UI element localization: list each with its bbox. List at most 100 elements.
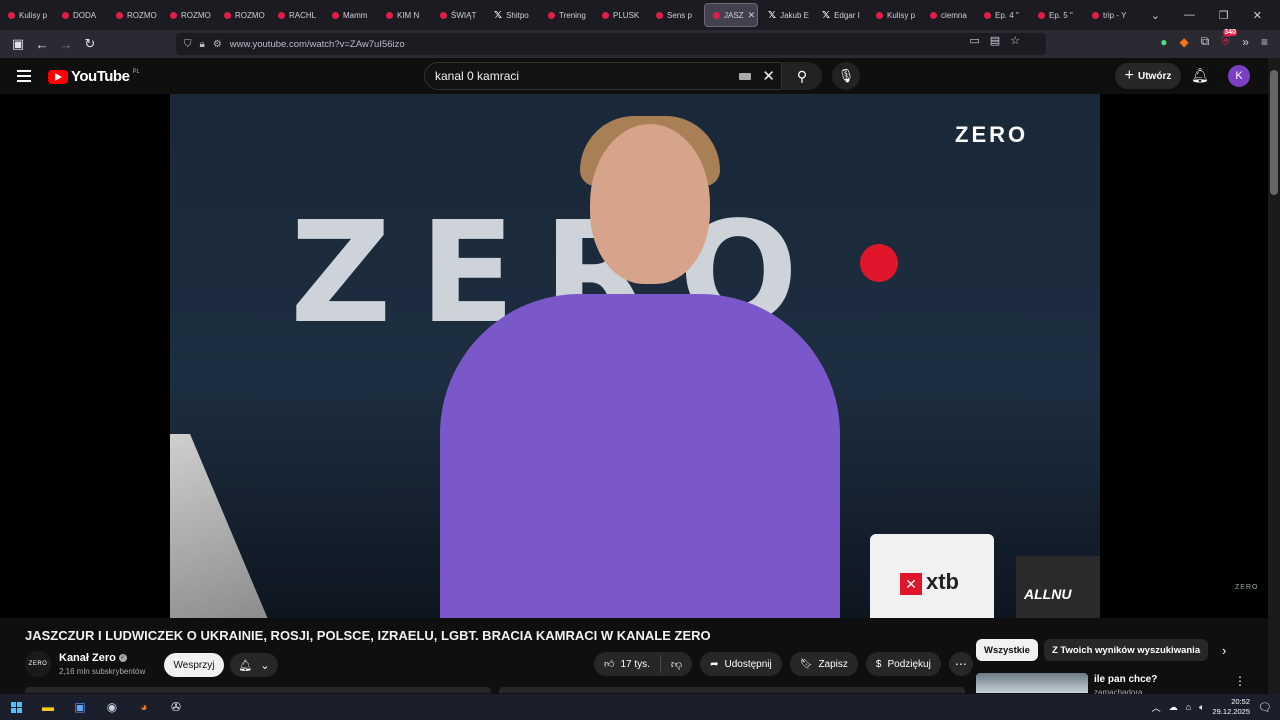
search-value[interactable]: kanal 0 kamraci: [435, 69, 519, 83]
network-icon[interactable]: ⌂: [1186, 702, 1191, 712]
start-button[interactable]: [0, 694, 32, 720]
more-actions-icon[interactable]: ⋯: [948, 652, 973, 676]
vpn-shield-icon[interactable]: ●: [1160, 35, 1167, 49]
browser-tab[interactable]: Ep. 4 ": [976, 0, 1030, 30]
search-input[interactable]: kanal 0 kamraci ✕: [424, 62, 782, 90]
below-video-panels: [25, 687, 965, 693]
steam-icon[interactable]: ◉: [96, 694, 128, 720]
reload-icon[interactable]: ↻: [78, 32, 102, 56]
keyboard-icon[interactable]: [739, 73, 751, 80]
computer-icon[interactable]: ▣: [64, 694, 96, 720]
overflow-chevron-icon[interactable]: »: [1242, 35, 1249, 49]
browser-tab[interactable]: ciemna: [922, 0, 976, 30]
search-button[interactable]: ⚲: [782, 62, 822, 90]
youtube-header: YouTube PL kanal 0 kamraci ✕ ⚲ 🎙︎ + Utwó…: [0, 58, 1268, 94]
browser-tab[interactable]: DODA: [54, 0, 108, 30]
thanks-button[interactable]: $ Podziękuj: [865, 652, 941, 676]
page-scrollbar[interactable]: [1268, 58, 1280, 694]
file-explorer-icon[interactable]: ▬: [32, 694, 64, 720]
minimize-icon[interactable]: —: [1184, 9, 1195, 22]
pip-icon[interactable]: ▭: [969, 34, 979, 47]
url-text[interactable]: www.youtube.com/watch?v=ZAw7uI56izo: [230, 39, 405, 50]
dislike-button[interactable]: 👎︎: [661, 658, 692, 671]
chips-next-chevron-icon[interactable]: ›: [1222, 643, 1226, 658]
onedrive-icon[interactable]: ☁︎: [1169, 702, 1178, 713]
video-frame[interactable]: ZERO ZERO ✕ xtb ALLNU: [170, 94, 1100, 618]
notifications-icon[interactable]: 🗨︎: [1258, 701, 1272, 714]
firefox-icon[interactable]: ◕: [128, 694, 160, 720]
browser-nav-bar: ▣ ← → ↻ ⛉ 🔒︎ ⚙︎ www.youtube.com/watch?v=…: [0, 29, 1280, 58]
browser-tab[interactable]: Ep. 5 ": [1030, 0, 1084, 30]
restore-icon[interactable]: ❐: [1219, 9, 1229, 22]
recommendation-menu-icon[interactable]: ⋮: [1234, 674, 1246, 688]
browser-tab[interactable]: 𝕏 Shitpo: [486, 0, 540, 30]
browser-tab-bar: Kulisy p DODA ROZMO ROZMO ROZMO RACHL Mamm KIM …: [0, 0, 1280, 30]
back-icon[interactable]: ←: [30, 32, 54, 56]
url-bar[interactable]: ⛉ 🔒︎ ⚙︎ www.youtube.com/watch?v=ZAw7uI56…: [176, 33, 1046, 55]
notifications-bell-icon[interactable]: 🔔︎: [1191, 67, 1209, 84]
recommendation-thumbnail[interactable]: [976, 673, 1088, 693]
browser-tab[interactable]: JASZ ✕: [704, 3, 758, 27]
channel-name-row[interactable]: Kanał Zero ✓: [59, 652, 127, 664]
recommendation-title[interactable]: ile pan chce?: [1094, 674, 1157, 685]
tray-overflow-icon[interactable]: ︿: [1152, 701, 1161, 714]
channel-name[interactable]: Kanał Zero: [59, 652, 116, 664]
share-label: Udostępnij: [724, 658, 772, 670]
browser-tab[interactable]: Sens p: [648, 0, 702, 30]
support-button[interactable]: Wesprzyj: [164, 653, 224, 677]
plus-icon: +: [1124, 67, 1134, 84]
volume-icon[interactable]: 🔈︎: [1199, 702, 1204, 713]
app-icon[interactable]: ✇: [160, 694, 192, 720]
clear-search-icon[interactable]: ✕: [762, 67, 775, 85]
permissions-icon: ⚙︎: [212, 38, 222, 50]
browser-tab[interactable]: 𝕏 Jakub E: [760, 0, 814, 30]
like-button[interactable]: 👍︎ 17 tys.: [594, 655, 661, 673]
sidebar-toggle-icon[interactable]: ▣: [6, 32, 30, 56]
tab-list-chevron-icon[interactable]: ⌄: [1151, 9, 1160, 22]
create-label: Utwórz: [1138, 70, 1172, 82]
video-player[interactable]: ZERO ZERO ✕ xtb ALLNU ZERO: [0, 94, 1268, 618]
reader-icon[interactable]: ▤: [990, 34, 1000, 47]
browser-tab[interactable]: KIM N: [378, 0, 432, 30]
save-button[interactable]: 🔖︎ Zapisz: [789, 652, 858, 676]
browser-tab[interactable]: Kulisy p: [0, 0, 54, 30]
tab-close-icon[interactable]: ✕: [748, 10, 756, 21]
browser-tab[interactable]: RACHL: [270, 0, 324, 30]
browser-tab[interactable]: ŚWIĄT: [432, 0, 486, 30]
browser-tab[interactable]: trip - Y: [1084, 0, 1138, 30]
create-button[interactable]: + Utwórz: [1115, 63, 1181, 89]
filter-chips: Wszystkie Z Twoich wyników wyszukiwania: [976, 639, 1209, 661]
clock[interactable]: 20:52 29.12.2025: [1212, 697, 1250, 717]
ublock-icon[interactable]: ⛨ 340: [1221, 29, 1237, 49]
extensions-puzzle-icon[interactable]: ⧉: [1201, 34, 1210, 49]
browser-tab[interactable]: Trening: [540, 0, 594, 30]
mug-brand: xtb: [926, 569, 959, 594]
tab-label: Ep. 4 ": [995, 10, 1019, 20]
taskbar: ▬ ▣ ◉ ◕ ✇ ︿ ☁︎ ⌂ 🔈︎ 20:52 29.12.2025 🗨︎: [0, 694, 1280, 720]
scrollbar-thumb[interactable]: [1270, 70, 1278, 195]
browser-tab[interactable]: ROZMO: [216, 0, 270, 30]
chip-from-search[interactable]: Z Twoich wyników wyszukiwania: [1043, 639, 1209, 661]
voice-search-button[interactable]: 🎙︎: [832, 62, 860, 90]
close-window-icon[interactable]: ✕: [1253, 9, 1262, 22]
share-button[interactable]: ➦ Udostępnij: [700, 652, 782, 676]
subscription-notifications-button[interactable]: 🔔︎ ⌄: [230, 653, 278, 677]
hamburger-menu-icon[interactable]: [17, 70, 31, 85]
browser-tab[interactable]: Mamm: [324, 0, 378, 30]
chip-all[interactable]: Wszystkie: [976, 639, 1038, 661]
browser-tab[interactable]: ROZMO: [162, 0, 216, 30]
tab-label: Kulisy p: [19, 10, 48, 20]
browser-tab[interactable]: Kulisy p: [868, 0, 922, 30]
forward-icon[interactable]: →: [54, 32, 78, 56]
extension-fox-icon[interactable]: ◆: [1179, 35, 1188, 49]
avatar[interactable]: K: [1228, 65, 1250, 87]
youtube-logo[interactable]: YouTube PL: [48, 68, 140, 85]
video-watermark: ZERO: [1235, 584, 1259, 591]
browser-tab[interactable]: 𝕏 Edgar I: [814, 0, 868, 30]
browser-tab[interactable]: ROZMO: [108, 0, 162, 30]
menu-icon[interactable]: ≡: [1261, 35, 1268, 49]
region-code: PL: [132, 68, 140, 75]
bookmark-star-icon[interactable]: ☆: [1010, 34, 1020, 47]
channel-avatar[interactable]: ZERO: [25, 651, 51, 677]
browser-tab[interactable]: PLUSK: [594, 0, 648, 30]
